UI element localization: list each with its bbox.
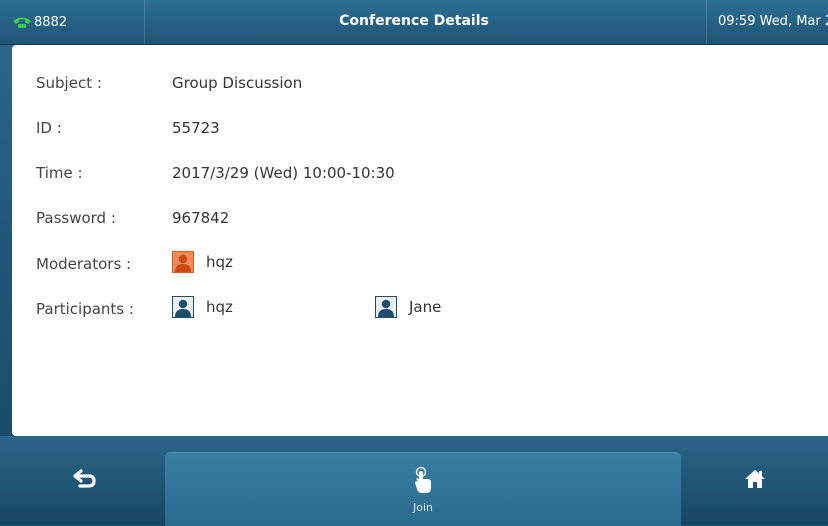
home-button[interactable] [710, 436, 800, 525]
time-value: 2017/3/29 (Wed) 10:00-10:30 [172, 164, 395, 182]
id-label: ID : [36, 119, 62, 137]
moderator-avatar-icon [172, 251, 194, 273]
phone-screen: 8882 Conference Details 09:59 Wed, Mar 2… [0, 0, 828, 526]
conference-details-panel: Subject : Group Discussion ID : 55723 Ti… [12, 45, 828, 436]
subject-label: Subject : [36, 74, 102, 92]
subject-value: Group Discussion [172, 74, 303, 92]
moderator-name: hqz [206, 253, 233, 271]
password-value: 967842 [172, 209, 230, 227]
clock: 09:59 Wed, Mar 29 [718, 14, 828, 29]
join-button[interactable]: Join [165, 452, 681, 526]
time-label: Time : [36, 164, 83, 182]
participant-name: Jane [409, 298, 442, 316]
participants-label: Participants : [36, 300, 134, 318]
back-button[interactable] [40, 436, 130, 525]
participant-avatar-icon [375, 296, 397, 318]
softkey-bar: Join [0, 436, 828, 526]
status-bar: 8882 Conference Details 09:59 Wed, Mar 2… [0, 0, 828, 45]
participant-name: hqz [206, 298, 233, 316]
participant-avatar-icon [172, 296, 194, 318]
join-label: Join [412, 500, 433, 514]
password-label: Password : [36, 209, 116, 227]
page-title: Conference Details [339, 13, 489, 29]
id-value: 55723 [172, 119, 220, 137]
moderator-entry[interactable]: hqz [172, 251, 233, 273]
moderators-label: Moderators : [36, 255, 132, 273]
home-icon [743, 468, 767, 494]
touch-hand-icon [412, 466, 434, 498]
participant-entry[interactable]: Jane [375, 296, 441, 318]
back-arrow-icon [72, 468, 98, 494]
participant-entry[interactable]: hqz [172, 296, 233, 318]
